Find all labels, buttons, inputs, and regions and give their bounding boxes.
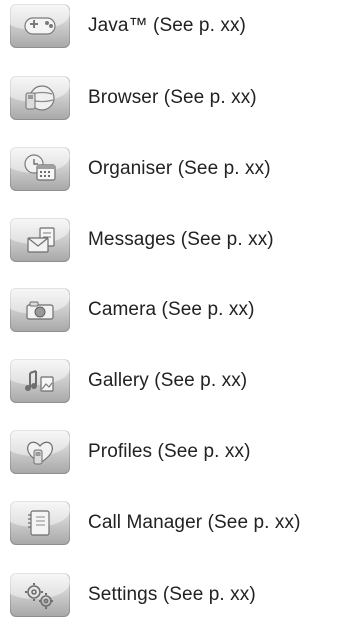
menu-item-label: Settings (See p. xx) — [88, 584, 256, 605]
gallery-media-icon — [10, 359, 70, 403]
menu-item-messages[interactable]: Messages (See p. xx) — [10, 216, 345, 264]
menu-item-call-manager[interactable]: Call Manager (See p. xx) — [10, 499, 345, 547]
browser-globe-icon — [10, 76, 70, 120]
menu-item-label: Profiles (See p. xx) — [88, 441, 251, 462]
menu-item-gallery[interactable]: Gallery (See p. xx) — [10, 357, 345, 405]
menu-item-label: Call Manager (See p. xx) — [88, 512, 301, 533]
menu-item-browser[interactable]: Browser (See p. xx) — [10, 74, 345, 122]
messages-envelope-icon — [10, 218, 70, 262]
menu-item-organiser[interactable]: Organiser (See p. xx) — [10, 145, 345, 193]
menu-item-label: Java™ (See p. xx) — [88, 15, 246, 36]
call-manager-notebook-icon — [10, 501, 70, 545]
menu-item-label: Messages (See p. xx) — [88, 229, 274, 250]
menu-item-label: Browser (See p. xx) — [88, 87, 257, 108]
camera-icon — [10, 288, 70, 332]
menu-item-label: Camera (See p. xx) — [88, 299, 255, 320]
menu-item-label: Gallery (See p. xx) — [88, 370, 248, 391]
menu-item-camera[interactable]: Camera (See p. xx) — [10, 286, 345, 334]
menu-item-label: Organiser (See p. xx) — [88, 158, 271, 179]
menu-item-java[interactable]: Java™ (See p. xx) — [10, 2, 345, 50]
settings-gears-icon — [10, 573, 70, 617]
menu-item-settings[interactable]: Settings (See p. xx) — [10, 571, 345, 619]
menu-item-profiles[interactable]: Profiles (See p. xx) — [10, 428, 345, 476]
java-game-controller-icon — [10, 4, 70, 48]
organiser-calendar-icon — [10, 147, 70, 191]
profiles-heart-phone-icon — [10, 430, 70, 474]
